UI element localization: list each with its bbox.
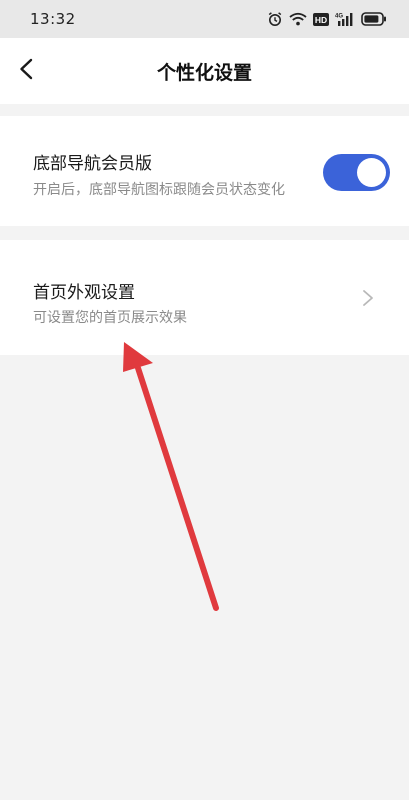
bottom-nav-member-toggle[interactable]	[323, 154, 390, 191]
hd-icon: HD	[313, 12, 329, 26]
page-title: 个性化设置	[156, 61, 252, 84]
nav-bar: 个性化设置	[0, 38, 409, 104]
battery-icon	[361, 12, 387, 26]
status-time: 13:32	[30, 10, 76, 28]
network-label: 4G	[335, 14, 343, 20]
setting-title: 底部导航会员版	[33, 154, 152, 174]
setting-home-appearance[interactable]: 首页外观设置 可设置您的首页展示效果	[0, 240, 409, 355]
alarm-icon	[267, 11, 283, 27]
setting-title: 首页外观设置	[33, 283, 135, 303]
back-button[interactable]	[8, 51, 44, 91]
toggle-knob	[357, 158, 386, 187]
chevron-left-icon	[18, 58, 34, 84]
status-icons: HD 4G	[267, 11, 387, 27]
setting-description: 开启后，底部导航图标跟随会员状态变化	[33, 182, 285, 198]
chevron-right-icon	[361, 288, 375, 308]
status-bar: 13:32 HD 4G	[0, 0, 409, 38]
signal-4g-icon: 4G	[335, 12, 355, 26]
setting-bottom-nav-member: 底部导航会员版 开启后，底部导航图标跟随会员状态变化	[0, 116, 409, 226]
setting-description: 可设置您的首页展示效果	[33, 310, 187, 326]
wifi-icon	[289, 12, 307, 26]
hd-label: HD	[315, 15, 327, 25]
